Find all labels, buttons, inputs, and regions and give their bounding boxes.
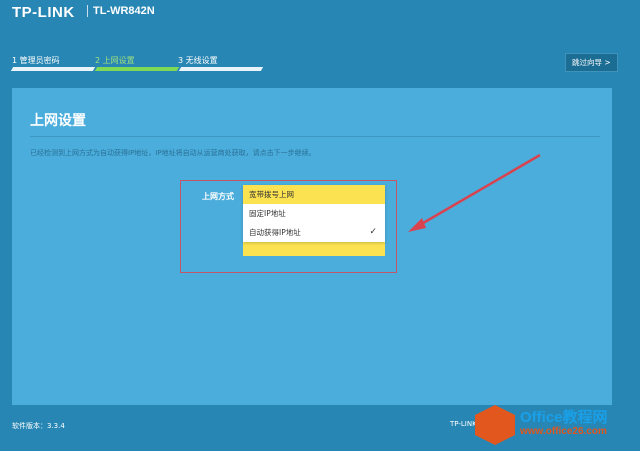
red-arrow-annotation	[408, 153, 541, 232]
watermark-text: Office教程网	[520, 409, 608, 426]
software-version: 软件版本：3.3.4	[12, 422, 65, 430]
watermark-url: www.office26.com	[520, 426, 607, 437]
footer-brand: TP-LINK	[450, 420, 477, 428]
